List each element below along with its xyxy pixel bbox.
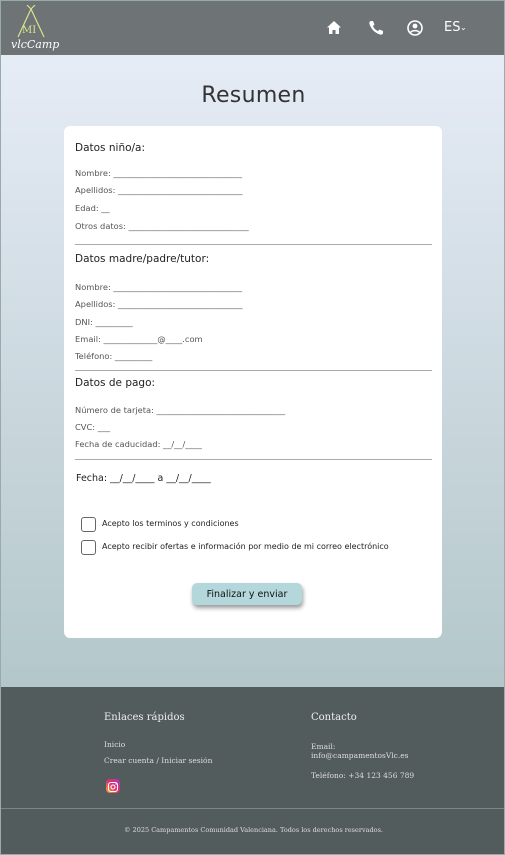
footer-divider: [1, 808, 504, 809]
date-range: Fecha: __/__/____ a __/__/____: [76, 473, 211, 484]
child-other-field: Otros datos: ___________________________…: [75, 221, 249, 231]
home-link[interactable]: Inicio: [104, 740, 125, 749]
parent-name-field: Nombre: _______________________________: [75, 282, 242, 292]
main-content: Resumen Datos niño/a: Nombre: __________…: [1, 55, 504, 687]
card-number-field: Número de tarjeta: _____________________…: [75, 405, 286, 415]
child-data-heading: Datos niño/a:: [75, 142, 146, 154]
contact-heading: Contacto: [311, 712, 357, 723]
child-surname-field: Apellidos: _____________________________…: [75, 185, 243, 195]
submit-button[interactable]: Finalizar y enviar: [192, 583, 302, 605]
header: MI vlcCamp ES ⌄: [1, 1, 504, 55]
parent-phone-field: Teléfono: _________: [75, 351, 153, 361]
terms-checkbox[interactable]: [81, 517, 96, 532]
phone-icon[interactable]: [367, 19, 385, 37]
terms-checkbox-label: Acepto los terminos y condiciones: [102, 519, 239, 528]
logo[interactable]: MI vlcCamp: [9, 5, 59, 51]
contact-phone: Teléfono: +34 123 456 789: [311, 771, 415, 780]
expiry-date-field: Fecha de caducidad: __/__/____: [75, 439, 202, 449]
page-title: Resumen: [201, 83, 306, 108]
child-age-field: Edad: __: [75, 203, 110, 213]
chevron-down-icon[interactable]: ⌄: [460, 23, 467, 32]
parent-dni-field: DNI: _________: [75, 317, 133, 327]
quick-links-heading: Enlaces rápidos: [104, 712, 185, 723]
summary-card: Datos niño/a: Nombre: __________________…: [64, 126, 442, 638]
parent-surname-field: Apellidos: _____________________________…: [75, 299, 243, 309]
parent-email-field: Email: _____________@____.com: [75, 334, 203, 344]
home-icon[interactable]: [325, 19, 343, 37]
payment-data-heading: Datos de pago:: [75, 377, 156, 389]
offers-checkbox-label: Acepto recibir ofertas e información por…: [102, 542, 389, 551]
instagram-icon[interactable]: [106, 779, 120, 793]
footer: Enlaces rápidos Inicio Crear cuenta / In…: [1, 687, 504, 854]
user-icon[interactable]: [406, 19, 424, 37]
parent-data-heading: Datos madre/padre/tutor:: [75, 253, 210, 265]
divider: [75, 244, 432, 245]
page: MI vlcCamp ES ⌄ Resumen Datos niño/a: No…: [0, 0, 505, 855]
divider: [75, 370, 432, 371]
child-name-field: Nombre: _______________________________: [75, 168, 242, 178]
email-label: Email:: [311, 742, 336, 751]
cvc-field: CVC: ___: [75, 422, 111, 432]
divider: [75, 459, 432, 460]
contact-email[interactable]: info@campamentosVlc.es: [311, 751, 409, 760]
logo-text: vlcCamp: [11, 38, 60, 51]
offers-checkbox[interactable]: [81, 540, 96, 555]
account-link[interactable]: Crear cuenta / Iniciar sesión: [104, 756, 212, 765]
logo-mi: MI: [22, 25, 37, 36]
copyright: © 2025 Campamentos Comunidad Valenciana.…: [124, 826, 383, 834]
language-selector[interactable]: ES: [444, 20, 460, 35]
